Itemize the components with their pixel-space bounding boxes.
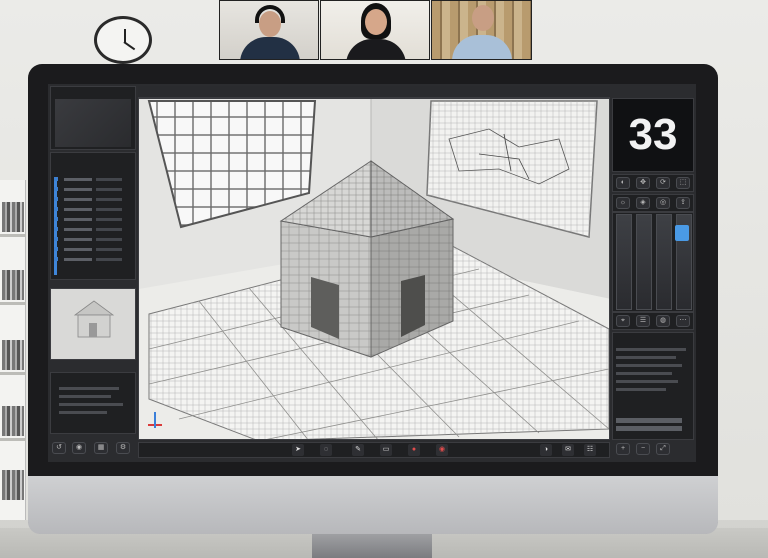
settings-icon[interactable]: ⚙ bbox=[116, 442, 130, 454]
video-tile-participant-2[interactable] bbox=[320, 0, 430, 60]
bookshelf bbox=[0, 180, 26, 520]
property-slider[interactable] bbox=[54, 217, 124, 223]
scene-render bbox=[139, 99, 609, 439]
camera-icon[interactable]: ◉ bbox=[72, 442, 86, 454]
mixer-channel[interactable] bbox=[656, 214, 672, 310]
channel-fader-handle[interactable] bbox=[675, 225, 689, 241]
layer-icon[interactable]: ☰ bbox=[636, 315, 650, 327]
scale-icon[interactable]: ⬚ bbox=[676, 177, 690, 189]
property-slider[interactable] bbox=[54, 177, 124, 183]
property-slider[interactable] bbox=[54, 207, 124, 213]
rotate-icon[interactable]: ⟳ bbox=[656, 177, 670, 189]
render-icon[interactable]: ◎ bbox=[656, 197, 670, 209]
lasso-icon[interactable]: ◌ bbox=[320, 444, 332, 456]
zoom-in-icon[interactable]: + bbox=[616, 443, 630, 455]
layers-panel bbox=[50, 372, 136, 434]
left-top-panel bbox=[50, 86, 136, 150]
brush-icon[interactable]: ✎ bbox=[352, 444, 364, 456]
video-tile-participant-3[interactable] bbox=[431, 0, 532, 60]
progress-bar bbox=[616, 418, 682, 423]
progress-bar bbox=[616, 426, 682, 431]
wall-clock-icon bbox=[94, 16, 152, 64]
eraser-icon[interactable]: ▭ bbox=[380, 444, 392, 456]
property-slider[interactable] bbox=[54, 257, 124, 263]
list-item[interactable] bbox=[616, 348, 686, 351]
measure-icon[interactable]: ◑ bbox=[540, 444, 552, 456]
viewport-title bbox=[138, 86, 610, 98]
axis-y-indicator bbox=[154, 412, 156, 428]
list-item[interactable] bbox=[616, 364, 682, 367]
house-thumbnail-icon bbox=[73, 300, 115, 338]
snap-icon[interactable]: ⌖ bbox=[616, 315, 630, 327]
select-icon[interactable]: ➤ bbox=[292, 444, 304, 456]
video-tile-participant-1[interactable] bbox=[219, 0, 319, 60]
options-icon[interactable]: ⋯ bbox=[676, 315, 690, 327]
move-icon[interactable]: ✥ bbox=[636, 177, 650, 189]
3d-viewport[interactable] bbox=[138, 98, 610, 440]
export-icon[interactable]: ⇪ bbox=[676, 197, 690, 209]
property-slider[interactable] bbox=[54, 227, 124, 233]
monitor-stand bbox=[312, 534, 432, 558]
list-item[interactable] bbox=[616, 372, 672, 375]
light-icon[interactable]: ☼ bbox=[616, 197, 630, 209]
undo-icon[interactable]: ↺ bbox=[52, 442, 66, 454]
frame-counter: 33 bbox=[612, 98, 694, 172]
zoom-out-icon[interactable]: − bbox=[636, 443, 650, 455]
property-slider[interactable] bbox=[54, 237, 124, 243]
record-icon[interactable]: ● bbox=[408, 444, 420, 456]
comment-icon[interactable]: ✉ bbox=[562, 444, 574, 456]
color-icon[interactable]: ◍ bbox=[656, 315, 670, 327]
grid-icon[interactable]: ▦ bbox=[94, 442, 108, 454]
property-slider[interactable] bbox=[54, 197, 124, 203]
property-slider[interactable] bbox=[54, 187, 124, 193]
object-preview-thumbnail[interactable] bbox=[50, 288, 136, 360]
material-icon[interactable]: ◈ bbox=[636, 197, 650, 209]
mixer-channel[interactable] bbox=[616, 214, 632, 310]
list-item[interactable] bbox=[616, 356, 676, 359]
fill-icon[interactable]: ◉ bbox=[436, 444, 448, 456]
list-item[interactable] bbox=[616, 388, 666, 391]
layers-icon[interactable]: ☷ bbox=[584, 444, 596, 456]
monitor-chin bbox=[28, 476, 718, 534]
view-icon[interactable]: ◐ bbox=[616, 177, 630, 189]
list-item[interactable] bbox=[616, 380, 678, 383]
fit-icon[interactable]: ⤢ bbox=[656, 443, 670, 455]
property-slider[interactable] bbox=[54, 247, 124, 253]
mixer-channel[interactable] bbox=[636, 214, 652, 310]
